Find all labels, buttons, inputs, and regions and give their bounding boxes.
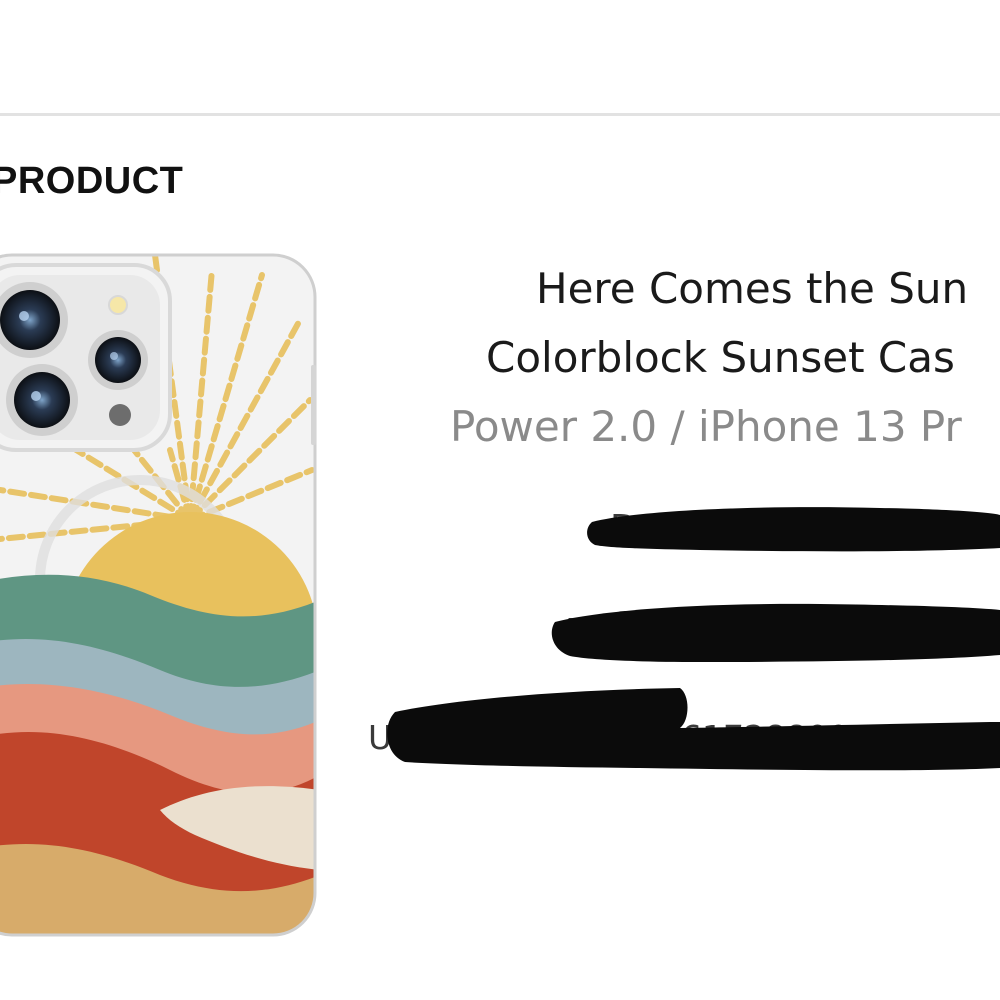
top-divider (0, 113, 1000, 116)
product-title-line-1[interactable]: Here Comes the Sun (536, 264, 968, 313)
delivery-date-line: Delivered May 16, 202 (565, 612, 973, 653)
camera-lens-icon (88, 330, 148, 390)
flash-icon (108, 295, 128, 315)
camera-module (0, 263, 172, 452)
side-button (311, 365, 316, 445)
product-title-line-2[interactable]: Colorblock Sunset Cas (486, 333, 955, 382)
section-heading: PRODUCT (0, 160, 184, 202)
price-line: DOUC UMS ($75.00 (610, 508, 961, 549)
order-details-page: PRODUCT Here Comes the Sun Colorblock Su… (0, 0, 1000, 1000)
sensor-icon (109, 404, 131, 426)
product-variant: Power 2.0 / iPhone 13 Pr (450, 402, 962, 451)
tracking-line[interactable]: USPS #9400111206172880047480 (368, 718, 954, 757)
camera-lens-icon (6, 364, 78, 436)
product-image[interactable] (0, 250, 320, 940)
